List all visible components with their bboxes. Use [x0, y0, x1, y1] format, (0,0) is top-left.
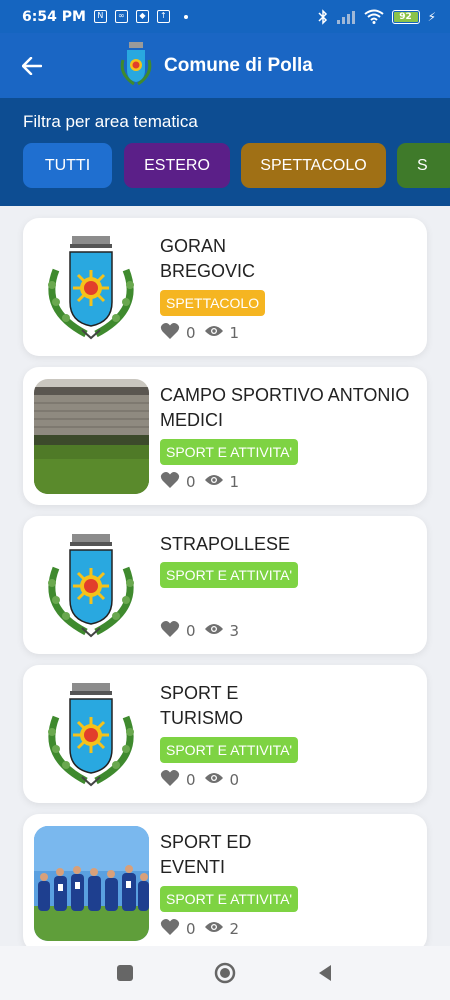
chip-label: TUTTI: [44, 157, 91, 174]
event-list: GORAN BREGOVIC SPETTACOLO 0 1 CAMPO SPOR…: [0, 206, 450, 946]
event-stats: 0 1: [160, 322, 247, 344]
app-notification-icon: ∞: [114, 10, 128, 23]
likes-count: 0: [186, 920, 196, 938]
event-card[interactable]: STRAPOLLESE SPORT E ATTIVITA' 0 3: [23, 516, 427, 654]
chip-label: SPETTACOLO: [260, 157, 367, 174]
chip-label: ESTERO: [144, 157, 210, 174]
event-card[interactable]: GORAN BREGOVIC SPETTACOLO 0 1: [23, 218, 427, 356]
event-card[interactable]: SPORT E TURISMO SPORT E ATTIVITA' 0 0: [23, 665, 427, 803]
filter-chip-spettacolo[interactable]: SPETTACOLO: [241, 143, 386, 188]
likes-count: 0: [186, 324, 196, 342]
heart-icon[interactable]: [160, 918, 180, 940]
event-stats: 0 0: [160, 769, 247, 791]
back-button[interactable]: [0, 33, 64, 98]
event-stats: 0 2: [160, 918, 247, 940]
event-title: SPORT E TURISMO: [160, 683, 243, 728]
filter-chip-estero[interactable]: ESTERO: [124, 143, 230, 188]
chip-label: S: [417, 157, 428, 174]
eye-icon: [204, 622, 224, 640]
coat-of-arms-image: [34, 528, 149, 643]
event-stats: 0 1: [160, 471, 247, 493]
team-photo: [34, 826, 149, 941]
views-count: 3: [229, 622, 240, 640]
event-title: CAMPO SPORTIVO ANTONIO MEDICI: [160, 385, 410, 430]
filter-chip-sport[interactable]: S: [397, 143, 450, 188]
coat-of-arms-logo: [120, 42, 152, 86]
filter-label: Filtra per area tematica: [23, 112, 198, 131]
category-tag: SPETTACOLO: [160, 290, 266, 316]
filter-chip-tutti[interactable]: TUTTI: [23, 143, 112, 188]
event-card[interactable]: CAMPO SPORTIVO ANTONIO MEDICI SPORT E AT…: [23, 367, 427, 505]
views-count: 1: [229, 324, 240, 342]
eye-icon: [204, 771, 224, 789]
likes-count: 0: [186, 622, 196, 640]
views-count: 1: [229, 473, 240, 491]
battery-level: 92: [393, 11, 418, 22]
home-button[interactable]: [214, 962, 236, 984]
category-tag: SPORT E ATTIVITA': [160, 737, 299, 763]
more-notifications-icon: [183, 14, 188, 19]
app-bar: Comune di Polla: [0, 33, 450, 98]
back-nav-button[interactable]: [314, 962, 336, 984]
category-tag: SPORT E ATTIVITA': [160, 886, 299, 912]
eye-icon: [204, 920, 224, 938]
event-card[interactable]: SPORT ED EVENTI SPORT E ATTIVITA' 0 2: [23, 814, 427, 946]
eye-icon: [204, 473, 224, 491]
event-title: SPORT ED EVENTI: [160, 832, 252, 877]
eye-icon: [204, 324, 224, 342]
views-count: 0: [229, 771, 240, 789]
event-title: STRAPOLLESE: [160, 534, 291, 554]
status-bar: 6:54 PM N ∞ ◆ ↑ 92 ⚡: [0, 0, 450, 33]
heart-icon[interactable]: [160, 471, 180, 493]
battery-icon: 92: [391, 9, 420, 24]
likes-count: 0: [186, 473, 196, 491]
views-count: 2: [229, 920, 240, 938]
coat-of-arms-image: [34, 677, 149, 792]
event-stats: 0 3: [160, 620, 247, 642]
event-title: GORAN BREGOVIC: [160, 236, 256, 281]
filter-bar: Filtra per area tematica TUTTI ESTERO SP…: [0, 98, 450, 206]
nfc-icon: N: [93, 10, 107, 23]
likes-count: 0: [186, 771, 196, 789]
signal-icon: [336, 10, 355, 24]
heart-icon[interactable]: [160, 769, 180, 791]
back-arrow-icon: [22, 56, 42, 75]
stadium-photo: [34, 379, 149, 494]
heart-icon[interactable]: [160, 620, 180, 642]
category-tag: SPORT E ATTIVITA': [160, 439, 299, 465]
charging-icon: ⚡: [427, 9, 436, 24]
category-tag: SPORT E ATTIVITA': [160, 562, 299, 588]
bluetooth-icon: [318, 8, 327, 25]
coat-of-arms-image: [34, 230, 149, 345]
status-time: 6:54 PM: [22, 8, 86, 25]
heart-icon[interactable]: [160, 322, 180, 344]
wifi-icon: [363, 9, 384, 24]
system-navigation-bar: [0, 946, 450, 1000]
app-title: Comune di Polla: [164, 55, 313, 76]
gamepad-icon: ◆: [135, 10, 149, 23]
upload-icon: ↑: [156, 10, 170, 23]
recent-apps-button[interactable]: [114, 962, 136, 984]
